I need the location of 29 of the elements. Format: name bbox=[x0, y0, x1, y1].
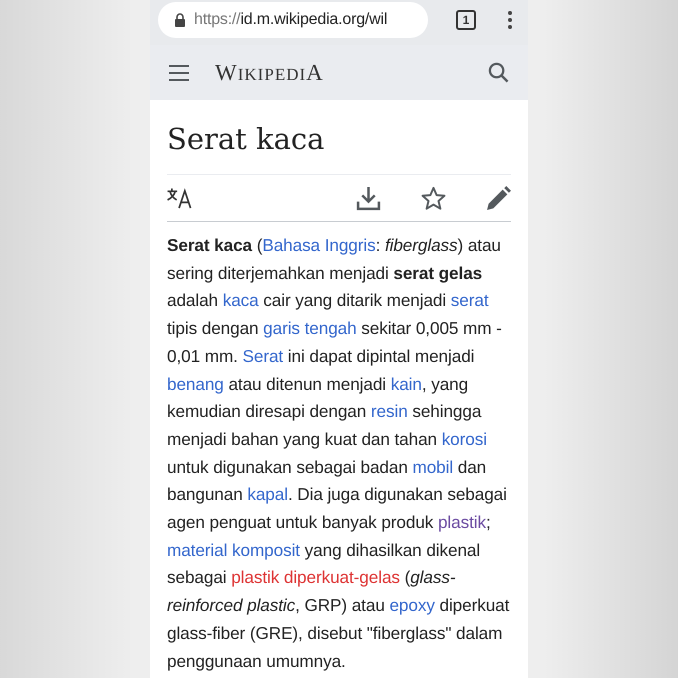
star-icon[interactable] bbox=[421, 186, 446, 210]
address-bar[interactable]: https://id.m.wikipedia.org/wil bbox=[158, 2, 428, 38]
menu-icon[interactable] bbox=[508, 10, 512, 28]
wikipedia-logo[interactable]: WIKIPEDIA bbox=[215, 60, 324, 86]
article-link[interactable]: resin bbox=[370, 401, 408, 422]
article-link[interactable]: serat bbox=[450, 290, 489, 310]
search-icon[interactable] bbox=[488, 62, 509, 83]
article-paragraph: Serat kaca (Bahasa Inggris: fiberglass) atau sering diterjemahkan menjadi serat gelas adalah kaca cair yang ditarik menjadi serat tipis dengan garis tengah sekitar 0,005 mm - 0,01 mm. Serat ini dapat dipintal menjadi benang atau ditenun menjadi kain, yang kemudian diresapi dengan resin sehingga menjadi bahan yang kuat dan tahan korosi untuk digunakan sebagai badan mobil dan bangunan kapal. Dia juga digunakan sebagai agen penguat untuk banyak produk plastik; material komposit yang dihasilkan dikenal sebagai plastik diperkuat-gelas (glass-reinforced plastic, GRP) atau epoxy diperkuat glass-fiber (GRE), disebut "fiberglass" dalam penggunaan umumnya. bbox=[167, 234, 510, 673]
lock-icon bbox=[174, 12, 186, 26]
article-link[interactable]: Serat bbox=[242, 346, 284, 366]
article-link[interactable]: garis tengah bbox=[263, 318, 357, 338]
article-link[interactable]: kaca bbox=[222, 290, 259, 310]
article-title: Serat kaca bbox=[167, 121, 326, 158]
article-link[interactable]: kain bbox=[390, 374, 422, 394]
article-link[interactable]: benang bbox=[167, 374, 224, 394]
article-link[interactable]: mobil bbox=[412, 456, 454, 477]
article-link[interactable]: plastik diperkuat-gelas bbox=[231, 567, 400, 588]
article-link[interactable]: epoxy bbox=[389, 595, 435, 616]
language-icon[interactable] bbox=[167, 186, 194, 210]
url-text: https://id.m.wikipedia.org/wil bbox=[194, 10, 388, 28]
article-link[interactable]: kapal bbox=[247, 484, 288, 504]
pencil-icon[interactable] bbox=[486, 186, 511, 210]
download-icon[interactable] bbox=[356, 186, 381, 210]
article-link[interactable]: korosi bbox=[442, 428, 487, 449]
tab-count-button[interactable]: 1 bbox=[456, 10, 476, 30]
article-link[interactable]: Bahasa Inggris bbox=[262, 235, 376, 255]
article-link[interactable]: plastik bbox=[438, 512, 486, 532]
article-link[interactable]: material komposit bbox=[167, 540, 300, 560]
menu-icon[interactable] bbox=[169, 64, 189, 80]
